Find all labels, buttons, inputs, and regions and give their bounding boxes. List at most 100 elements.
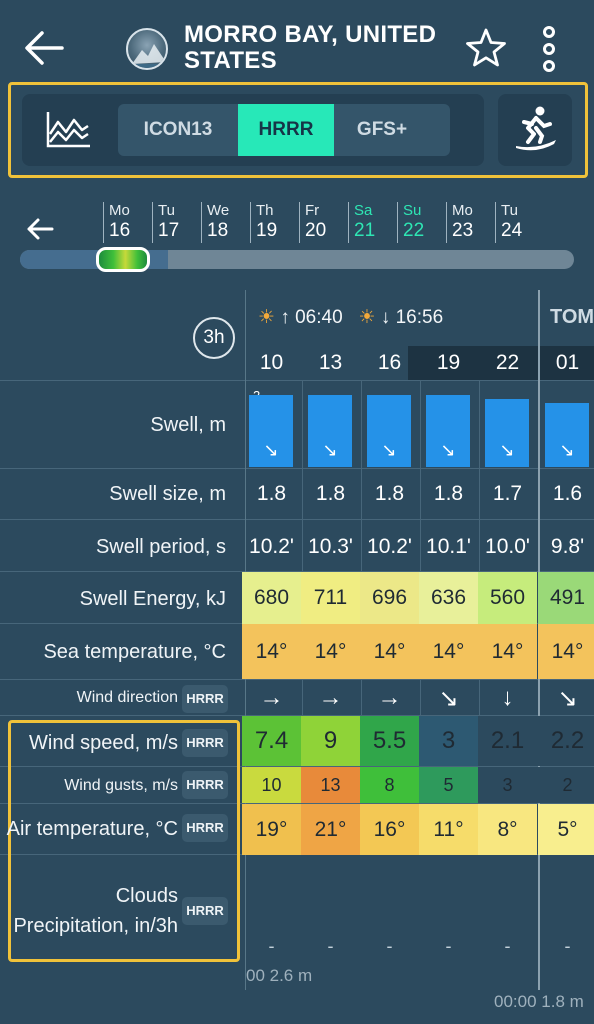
- sunrise-icon: ☀: [258, 307, 276, 328]
- row-divider: [0, 380, 594, 381]
- swell_period-cell: 10.2': [249, 535, 294, 558]
- sea_temp-cell: 14°: [242, 624, 301, 679]
- clouds-model-badge[interactable]: HRRR: [182, 897, 228, 925]
- day-item[interactable]: We 18: [201, 202, 247, 243]
- swell-period-label: Swell period, s: [95, 536, 226, 558]
- swell_energy-cell: 491: [538, 572, 594, 624]
- day-number: 18: [207, 220, 229, 241]
- wind_gusts-cell: 5: [419, 767, 478, 803]
- tomorrow-label: TOM: [550, 306, 594, 328]
- more-menu-button[interactable]: [534, 26, 564, 72]
- swell-direction-arrow: ↘: [381, 440, 397, 460]
- time-step-button[interactable]: 3h: [193, 317, 235, 359]
- wind_speed-cell: 2.2: [538, 716, 594, 766]
- day-number: 16: [109, 220, 131, 241]
- wind-speed-model-badge[interactable]: HRRR: [182, 729, 228, 757]
- swell_period-cell: 10.0': [485, 535, 530, 558]
- row-divider: [0, 679, 594, 680]
- day-item[interactable]: Tu 24: [495, 202, 541, 243]
- hour-label: 13: [318, 351, 343, 374]
- up-arrow-icon: ↑: [280, 307, 290, 328]
- days-back-button[interactable]: [24, 214, 56, 244]
- surfer-icon: [516, 106, 556, 151]
- sunset-time: 16:56: [395, 307, 444, 328]
- day-name: Tu: [501, 202, 518, 219]
- swell-direction-arrow: ↘: [559, 440, 575, 460]
- day-item[interactable]: Mo 23: [446, 202, 492, 243]
- day-number: 23: [452, 220, 474, 241]
- clouds-cell: -: [564, 936, 571, 956]
- day-item[interactable]: Fr 20: [299, 202, 345, 243]
- day-name: Su: [403, 202, 422, 219]
- wind-gusts-model-badge[interactable]: HRRR: [182, 771, 228, 799]
- back-button[interactable]: [22, 28, 66, 68]
- swell_size-cell: 1.8: [374, 482, 405, 505]
- day-item[interactable]: Mo 16: [103, 202, 149, 243]
- timeline-scrubber[interactable]: [96, 247, 150, 272]
- wind_direction-cell: →: [259, 684, 284, 711]
- tab-gfs-plus[interactable]: GFS+: [334, 104, 430, 156]
- day-item[interactable]: Su 22: [397, 202, 443, 243]
- wind_speed-cell: 9: [301, 716, 360, 766]
- down-arrow-icon: ↓: [380, 307, 391, 328]
- clouds-cell: -: [327, 936, 334, 956]
- location-avatar: [126, 28, 168, 70]
- air_temp-cell: 8°: [478, 804, 537, 855]
- chart-view-button[interactable]: [40, 106, 96, 154]
- wind-direction-model-badge[interactable]: HRRR: [182, 685, 228, 713]
- wind_gusts-cell: 10: [242, 767, 301, 803]
- wind_gusts-cell: 3: [478, 767, 537, 803]
- surf-mode-button[interactable]: [498, 94, 572, 166]
- row-divider: [0, 519, 594, 520]
- day-name: Th: [256, 202, 274, 219]
- clouds-cell: -: [504, 936, 511, 956]
- swell_energy-cell: 696: [360, 572, 419, 624]
- sea-temperature-label: Sea temperature, °C: [43, 641, 226, 663]
- clouds-cell: -: [386, 936, 393, 956]
- swell_period-cell: 9.8': [550, 535, 585, 558]
- swell_energy-cell: 711: [301, 572, 360, 624]
- day-item[interactable]: Th 19: [250, 202, 296, 243]
- hour-label: 19: [436, 351, 461, 374]
- wind_gusts-cell: 13: [301, 767, 360, 803]
- swell-direction-arrow: ↘: [440, 440, 456, 460]
- wind_direction-cell: ↘: [438, 685, 459, 712]
- hour-label: 16: [377, 351, 402, 374]
- wind-speed-label: Wind speed, m/s: [29, 732, 178, 754]
- swell-label: Swell, m: [150, 414, 226, 436]
- day-item[interactable]: Sa 21: [348, 202, 394, 243]
- wind_speed-cell: 5.5: [360, 716, 419, 766]
- tab-hrrr[interactable]: HRRR: [238, 104, 334, 156]
- line-chart-icon: [46, 112, 90, 148]
- precipitation-label: Precipitation, in/3h: [13, 915, 178, 937]
- hour-label: 10: [259, 351, 284, 374]
- air-temperature-model-badge[interactable]: HRRR: [182, 814, 228, 842]
- wind_direction-cell: →: [377, 684, 402, 711]
- day-name: Mo: [109, 202, 130, 219]
- air_temp-cell: 16°: [360, 804, 419, 855]
- wind_speed-cell: 7.4: [242, 716, 301, 766]
- day-name: We: [207, 202, 230, 219]
- star-icon: [466, 28, 506, 67]
- wind_direction-cell: ↘: [557, 685, 578, 712]
- wind_direction-cell: ↓: [501, 684, 514, 711]
- more-vertical-icon: [543, 26, 555, 72]
- day-number: 20: [305, 220, 327, 241]
- wind_gusts-cell: 8: [360, 767, 419, 803]
- air-temperature-label: Air temperature, °C: [6, 818, 178, 840]
- swell-direction-arrow: ↘: [499, 440, 515, 460]
- swell_size-cell: 1.6: [552, 482, 583, 505]
- tab-icon13[interactable]: ICON13: [118, 104, 238, 156]
- favorite-button[interactable]: [464, 26, 508, 70]
- swell_period-cell: 10.2': [367, 535, 412, 558]
- wind-direction-label: Wind direction: [76, 689, 178, 706]
- sun-times: ☀ ↑ 06:40 ☀ ↓ 16:56: [258, 306, 443, 329]
- swell_energy-cell: 680: [242, 572, 301, 624]
- air_temp-cell: 19°: [242, 804, 301, 855]
- day-item[interactable]: Tu 17: [152, 202, 198, 243]
- clouds-label: Clouds: [115, 885, 178, 907]
- air_temp-cell: 5°: [538, 804, 594, 855]
- swell-size-label: Swell size, m: [109, 483, 226, 505]
- arrow-left-icon: [25, 31, 64, 65]
- air_temp-cell: 21°: [301, 804, 360, 855]
